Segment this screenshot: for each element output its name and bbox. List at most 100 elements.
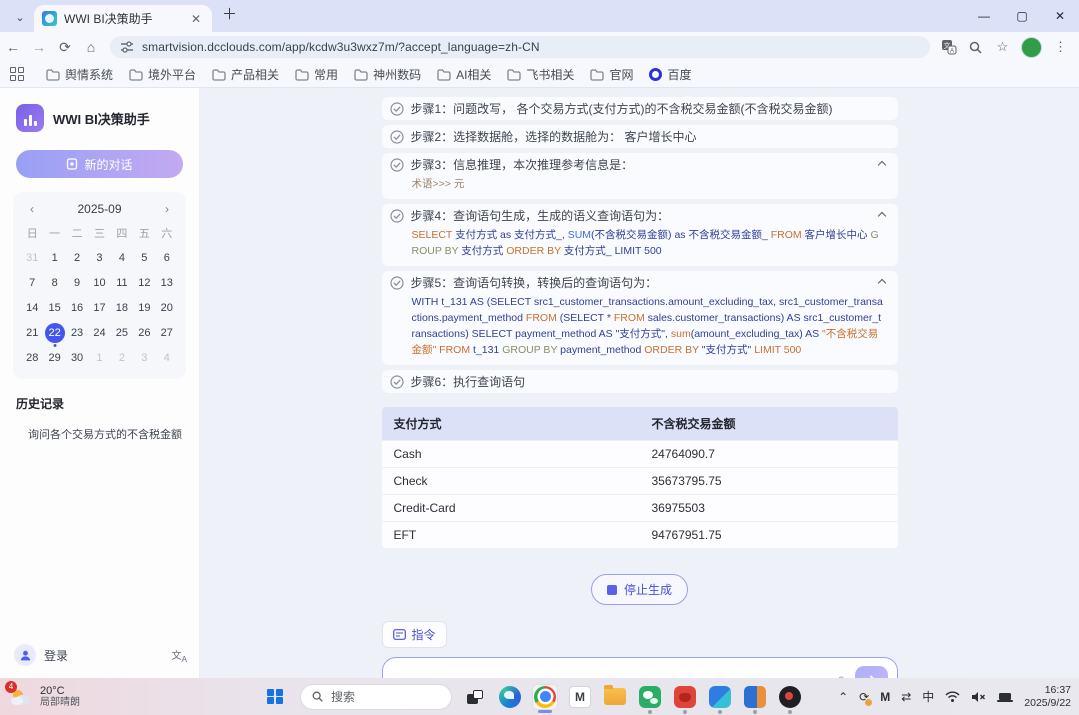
calendar-day[interactable]: 11 [111, 272, 133, 294]
bookmark-folder[interactable]: 神州数码 [346, 64, 429, 85]
browser-menu-icon[interactable]: ⋮ [1052, 39, 1069, 56]
calendar-day[interactable]: 4 [156, 347, 178, 369]
new-chat-button[interactable]: 新的对话 [16, 150, 183, 178]
search-icon[interactable] [967, 39, 984, 56]
bookmark-site[interactable]: 百度 [641, 64, 699, 85]
bookmark-folder[interactable]: 产品相关 [204, 64, 287, 85]
tray-network-arrows-icon[interactable]: ⇄ [901, 690, 911, 704]
browser-tab[interactable]: WWI BI决策助手 ✕ [34, 5, 212, 32]
calendar-day[interactable]: 31 [21, 247, 43, 269]
taskbar-search[interactable]: 搜索 [300, 684, 452, 710]
calendar-day[interactable]: 12 [133, 272, 155, 294]
translate-icon[interactable]: 文A [940, 39, 957, 56]
calendar-day[interactable]: 19 [133, 297, 155, 319]
history-item[interactable]: 询问各个交易方式的不含税金额 [0, 412, 199, 442]
calendar-day[interactable]: 10 [88, 272, 110, 294]
calendar-day[interactable]: 20 [156, 297, 178, 319]
tray-sync-icon[interactable]: ⟳ [859, 690, 869, 704]
task-view-icon[interactable] [462, 684, 488, 710]
tab-search-chevron-icon[interactable]: ⌄ [8, 6, 32, 28]
calendar-day[interactable]: 2 [66, 247, 88, 269]
calendar-day[interactable]: 13 [156, 272, 178, 294]
calendar-prev-icon[interactable]: ‹ [27, 202, 37, 216]
marktext-icon[interactable]: M [567, 684, 593, 710]
calendar-day[interactable]: 29 [43, 347, 65, 369]
calendar-day[interactable]: 7 [21, 272, 43, 294]
calendar-day[interactable]: 25 [111, 322, 133, 344]
device-icon[interactable] [997, 691, 1013, 703]
chrome-icon[interactable] [532, 684, 558, 710]
bookmark-folder[interactable]: 常用 [287, 64, 346, 85]
ime-indicator[interactable]: 中 [922, 688, 934, 705]
message-input-box[interactable]: 0 [382, 657, 898, 678]
calendar-day[interactable]: 17 [88, 297, 110, 319]
calendar-day[interactable]: 16 [66, 297, 88, 319]
volume-muted-icon[interactable] [971, 691, 986, 703]
recorder-app-icon[interactable] [777, 684, 803, 710]
calendar-day[interactable]: 3 [133, 347, 155, 369]
blue-app-icon[interactable] [707, 684, 733, 710]
calendar-next-icon[interactable]: › [162, 202, 172, 216]
calendar-day[interactable]: 6 [156, 247, 178, 269]
edge-icon[interactable] [497, 684, 523, 710]
calendar-day[interactable]: 1 [43, 247, 65, 269]
new-tab-button[interactable]: ＋ [222, 3, 237, 24]
home-icon[interactable]: ⌂ [78, 39, 104, 55]
language-toggle-icon[interactable]: 文A [171, 647, 187, 664]
calendar-day[interactable]: 23 [66, 322, 88, 344]
bookmark-folder[interactable]: AI相关 [429, 64, 499, 85]
message-input[interactable] [395, 664, 807, 678]
calendar-day[interactable]: 27 [156, 322, 178, 344]
calendar-day[interactable]: 5 [133, 247, 155, 269]
profile-avatar[interactable] [1021, 37, 1042, 58]
window-close-button[interactable]: ✕ [1041, 0, 1079, 32]
calendar-day[interactable]: 9 [66, 272, 88, 294]
calendar-day[interactable]: 24 [88, 322, 110, 344]
user-avatar[interactable] [14, 644, 36, 666]
bookmark-star-icon[interactable]: ☆ [994, 39, 1011, 56]
calendar-day[interactable]: 2 [111, 347, 133, 369]
bookmark-folder[interactable]: 境外平台 [121, 64, 204, 85]
taskbar-weather-widget[interactable]: 4 20°C 局部晴朗 [0, 684, 260, 710]
file-explorer-icon[interactable] [602, 684, 628, 710]
collapse-chevron-icon[interactable] [877, 278, 885, 286]
address-bar[interactable]: smartvision.dcclouds.com/app/kcdw3u3wxz7… [110, 36, 930, 58]
calendar-day[interactable]: 30 [66, 347, 88, 369]
tray-expand-icon[interactable]: ⌃ [838, 690, 848, 704]
bookmark-folder[interactable]: 官网 [582, 64, 641, 85]
send-button[interactable] [855, 666, 888, 678]
calendar-day[interactable]: 14 [21, 297, 43, 319]
wifi-icon[interactable] [945, 691, 960, 703]
calendar-day-selected[interactable]: 22 [43, 322, 65, 344]
wechat-icon[interactable] [637, 684, 663, 710]
calendar-day[interactable]: 15 [43, 297, 65, 319]
calendar-day[interactable]: 4 [111, 247, 133, 269]
command-chip[interactable]: 指令 [382, 621, 447, 648]
calendar-day[interactable]: 21 [21, 322, 43, 344]
docs-app-icon[interactable] [742, 684, 768, 710]
collapse-chevron-icon[interactable] [877, 211, 885, 219]
start-button[interactable] [260, 682, 290, 712]
reload-icon[interactable]: ⟳ [52, 39, 78, 56]
tab-close-icon[interactable]: ✕ [188, 11, 204, 27]
taskbar-clock[interactable]: 16:37 2025/9/22 [1024, 684, 1071, 710]
bookmark-folder[interactable]: 飞书相关 [499, 64, 582, 85]
calendar-day[interactable]: 18 [111, 297, 133, 319]
bookmark-folder[interactable]: 舆情系统 [38, 64, 121, 85]
red-app-icon[interactable] [672, 684, 698, 710]
calendar-day[interactable]: 1 [88, 347, 110, 369]
login-label[interactable]: 登录 [44, 647, 163, 664]
calendar-day[interactable]: 26 [133, 322, 155, 344]
calendar-day[interactable]: 3 [88, 247, 110, 269]
collapse-chevron-icon[interactable] [877, 160, 885, 168]
window-minimize-button[interactable]: — [965, 0, 1003, 32]
window-maximize-button[interactable]: ▢ [1003, 0, 1041, 32]
tray-marktext-icon[interactable]: M [880, 690, 890, 704]
calendar-day[interactable]: 8 [43, 272, 65, 294]
forward-icon[interactable]: → [26, 39, 52, 55]
calendar-day[interactable]: 28 [21, 347, 43, 369]
back-icon[interactable]: ← [0, 39, 26, 55]
apps-grid-icon[interactable] [10, 67, 26, 83]
site-settings-icon[interactable] [120, 40, 134, 54]
stop-generating-button[interactable]: 停止生成 [591, 574, 688, 605]
